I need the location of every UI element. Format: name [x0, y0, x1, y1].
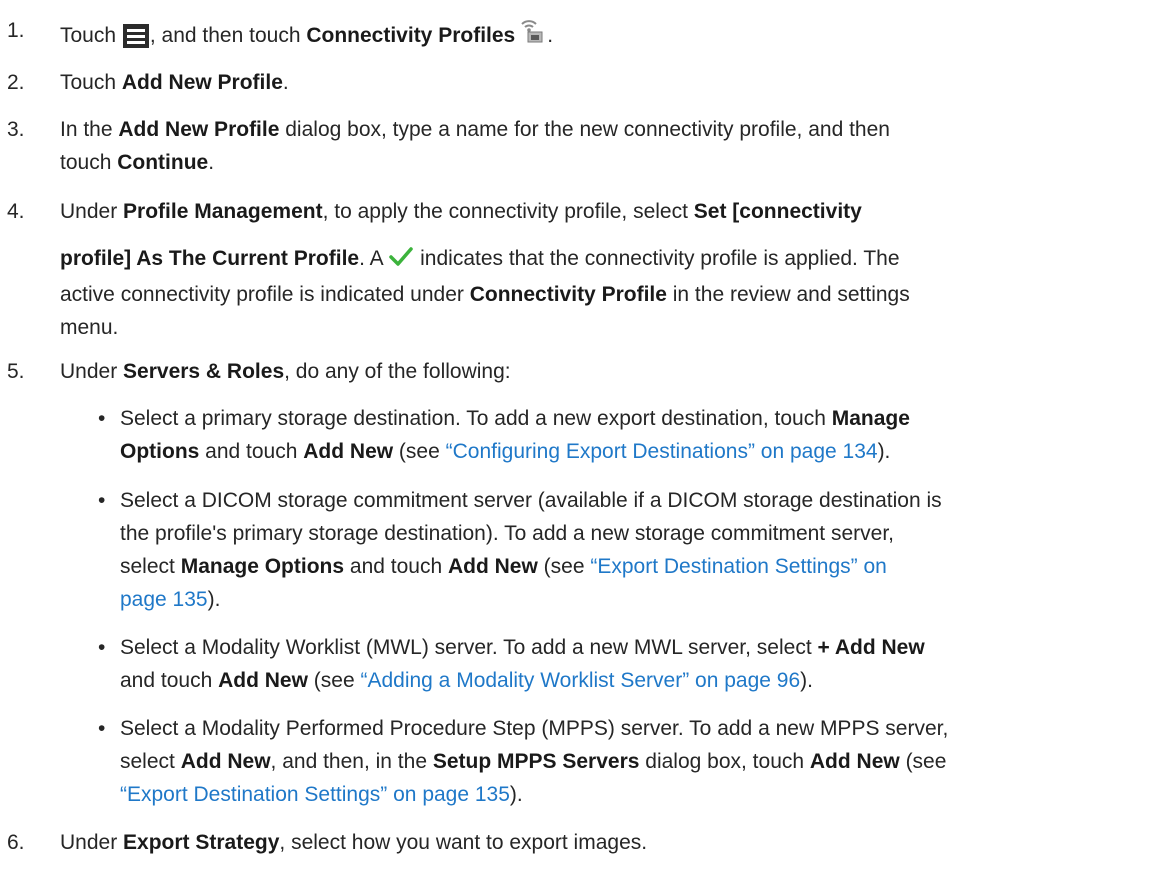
cross-reference-link[interactable]: “Configuring Export Destinations” on pag… — [446, 440, 878, 463]
step-number: 3. — [7, 118, 25, 141]
step-text: Under Export Strategy, select how you wa… — [60, 831, 648, 854]
step-number: 4. — [7, 200, 25, 223]
step-number: 6. — [7, 831, 25, 854]
bullet: • — [98, 636, 106, 659]
list-item-text: Select a DICOM storage commitment server… — [120, 489, 942, 611]
list-item-text: Select a primary storage destination. To… — [120, 407, 910, 463]
menu-icon — [122, 24, 149, 58]
step-number: 1. — [7, 19, 25, 42]
cross-reference-link[interactable]: “Export Destination Settings” on page 13… — [120, 783, 510, 806]
checkmark-icon — [389, 245, 414, 278]
document-page: 1. Touch , and then touch Connectivity P… — [0, 0, 1151, 890]
cross-reference-link[interactable]: “Adding a Modality Worklist Server” on p… — [360, 669, 800, 692]
list-item-text: Select a Modality Performed Procedure St… — [120, 717, 949, 806]
list-item-text: Select a Modality Worklist (MWL) server.… — [120, 636, 925, 692]
step-text: Under Servers & Roles, do any of the fol… — [60, 360, 511, 383]
step-text: In the Add New Profile dialog box, type … — [60, 118, 890, 174]
bullet: • — [98, 407, 106, 430]
step-number: 5. — [7, 360, 25, 383]
bullet: • — [98, 717, 106, 740]
step-text: Under Profile Management, to apply the c… — [60, 200, 910, 339]
cross-reference-link[interactable]: “Export Destination Settings” on — [590, 555, 886, 578]
step-text: Touch Add New Profile. — [60, 71, 289, 94]
cross-reference-link-continued[interactable]: page 135 — [120, 588, 208, 611]
step-text: Touch , and then touch Connectivity Prof… — [60, 14, 1130, 58]
connectivity-profiles-icon — [516, 14, 546, 54]
bullet: • — [98, 489, 106, 512]
step-number: 2. — [7, 71, 25, 94]
